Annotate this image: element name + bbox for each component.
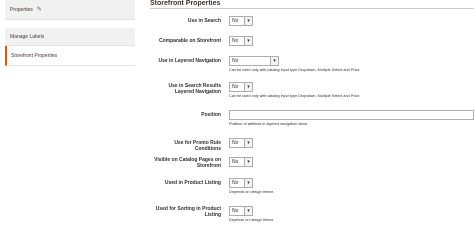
field-note: Can be used only with catalog input type… (229, 94, 361, 98)
field-note: Position of attribute in layered navigat… (229, 122, 309, 126)
field-note: Can be used only with catalog input type… (229, 68, 361, 72)
layered-navigation-select[interactable]: No ▾ (229, 56, 279, 66)
field-label: Use in Search Results Layered Navigation (168, 83, 221, 95)
sidebar-item-label: Properties (10, 6, 33, 13)
select-value: No (232, 38, 239, 44)
sidebar-item-storefront-properties[interactable]: Storefront Properties (5, 46, 135, 66)
chevron-down-icon: ▾ (244, 207, 252, 215)
field-label: Position (201, 112, 221, 118)
chevron-down-icon: ▾ (244, 83, 252, 91)
sorting-select[interactable]: No ▾ (229, 206, 253, 216)
catalog-visible-select[interactable]: No ▾ (229, 157, 253, 167)
sidebar-item-label: Storefront Properties (11, 52, 58, 59)
title-divider (150, 8, 474, 9)
chevron-down-icon: ▾ (244, 158, 252, 166)
field-label: Use in Layered Navigation (158, 58, 221, 64)
select-value: No (232, 159, 239, 165)
use-in-search-select[interactable]: No ▾ (229, 16, 253, 26)
sidebar-item-properties[interactable]: Properties ✎ (5, 0, 135, 20)
select-value: No (232, 180, 239, 186)
search-layered-navigation-select[interactable]: No ▾ (229, 82, 253, 92)
sidebar-item-label: Manage Labels (10, 33, 45, 40)
field-label: Use for Promo Rule Conditions (174, 140, 221, 152)
field-label: Used for Sorting in Product Listing (155, 206, 221, 218)
chevron-down-icon: ▾ (244, 139, 252, 147)
comparable-select[interactable]: No ▾ (229, 36, 253, 46)
sidebar: Properties ✎ Manage Labels Storefront Pr… (5, 0, 135, 230)
field-label: Visible on Catalog Pages on Storefront (154, 157, 221, 169)
field-note: Depends on design theme. (229, 218, 275, 222)
field-label: Used in Product Listing (164, 180, 221, 186)
field-label: Comparable on Storefront (159, 38, 221, 44)
select-value: No (232, 84, 239, 90)
product-listing-select[interactable]: No ▾ (229, 178, 253, 188)
chevron-down-icon: ▾ (270, 57, 278, 65)
select-value: No (232, 58, 239, 64)
select-value: No (232, 140, 239, 146)
chevron-down-icon: ▾ (244, 17, 252, 25)
select-value: No (232, 18, 239, 24)
chevron-down-icon: ▾ (244, 37, 252, 45)
promo-rule-select[interactable]: No ▾ (229, 138, 253, 148)
position-input[interactable] (229, 110, 474, 120)
pencil-icon: ✎ (36, 7, 42, 13)
section-title: Storefront Properties (150, 0, 221, 7)
sidebar-item-manage-labels[interactable]: Manage Labels (5, 28, 135, 46)
select-value: No (232, 208, 239, 214)
chevron-down-icon: ▾ (244, 179, 252, 187)
field-note: Depends on design theme. (229, 190, 275, 194)
field-label: Use in Search (187, 18, 221, 24)
